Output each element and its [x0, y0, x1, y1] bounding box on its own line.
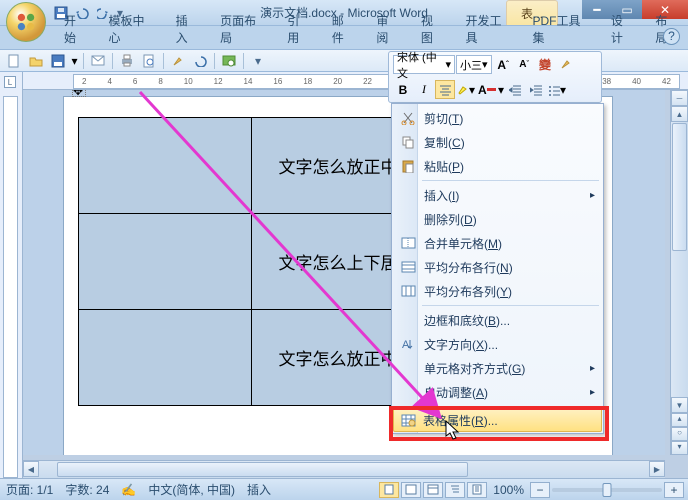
status-words[interactable]: 字数: 24 — [65, 481, 109, 498]
view-web-icon[interactable] — [423, 482, 443, 498]
table-cell[interactable] — [79, 310, 252, 406]
ctx-merge[interactable]: 合并单元格(M) — [394, 231, 601, 255]
context-menu: 剪切(T) 复制(C) 粘贴(P) 插入(I) 删除列(D) 合并单元格(M) … — [391, 103, 604, 434]
dist-rows-icon — [399, 258, 417, 276]
zoom-lens-icon[interactable] — [219, 52, 239, 70]
ctx-cell-align[interactable]: 单元格对齐方式(G) — [394, 356, 601, 380]
text-direction-icon: A — [399, 335, 417, 353]
tab-developer[interactable]: 开发工具 — [455, 9, 520, 49]
brush-icon[interactable] — [168, 52, 188, 70]
highlight-icon[interactable]: ▾ — [456, 80, 476, 99]
status-page[interactable]: 页面: 1/1 — [6, 481, 53, 498]
decrease-indent-icon[interactable] — [505, 80, 525, 99]
scroll-down-icon[interactable]: ▼ — [671, 397, 688, 413]
font-color-icon[interactable]: A — [477, 80, 497, 99]
view-print-icon[interactable] — [379, 482, 399, 498]
tab-view[interactable]: 视图 — [411, 9, 454, 49]
increase-indent-icon[interactable] — [526, 80, 546, 99]
status-lang[interactable]: 中文(简体, 中国) — [148, 481, 235, 498]
print-icon[interactable] — [117, 52, 137, 70]
scroll-split-icon[interactable]: ─ — [671, 90, 688, 106]
ctx-dist-cols[interactable]: 平均分布各列(Y) — [394, 279, 601, 303]
tab-pagelayout[interactable]: 页面布局 — [210, 9, 275, 49]
font-select[interactable]: 宋体 (中文▾ — [393, 55, 455, 74]
next-page-icon[interactable]: ▾ — [671, 441, 688, 455]
undo-tb-icon[interactable] — [190, 52, 210, 70]
view-outline-icon[interactable] — [445, 482, 465, 498]
ctx-borders[interactable]: 边框和底纹(B)... — [394, 308, 601, 332]
table-props-icon — [399, 411, 417, 429]
help-icon[interactable]: ? — [663, 28, 680, 45]
table-move-handle-icon[interactable]: ✥ — [72, 90, 86, 97]
fontsize-select[interactable]: 小三▾ — [456, 55, 492, 74]
mail-icon[interactable] — [88, 52, 108, 70]
table-cell[interactable] — [79, 118, 252, 214]
ruler-corner[interactable]: L — [4, 76, 16, 88]
view-fullscreen-icon[interactable] — [401, 482, 421, 498]
ribbon-tabs: 开始 模板中心 插入 页面布局 引用 邮件 审阅 视图 开发工具 PDF工具集 … — [50, 26, 688, 49]
italic-icon[interactable]: I — [414, 80, 434, 99]
status-insert[interactable]: 插入 — [247, 481, 271, 498]
vertical-ruler[interactable]: L — [0, 72, 23, 478]
scroll-thumb-h[interactable] — [57, 462, 468, 477]
ctx-dist-rows[interactable]: 平均分布各行(N) — [394, 255, 601, 279]
toolbar-options-icon[interactable]: ▾ — [248, 52, 268, 70]
format-painter-icon[interactable] — [556, 55, 576, 74]
scroll-right-icon[interactable]: ▶ — [649, 461, 665, 477]
tab-template[interactable]: 模板中心 — [99, 9, 164, 49]
open-icon[interactable] — [26, 52, 46, 70]
tab-references[interactable]: 引用 — [277, 9, 320, 49]
change-case-icon[interactable]: 變 — [535, 55, 555, 74]
ctx-cut[interactable]: 剪切(T) — [394, 106, 601, 130]
tab-review[interactable]: 审阅 — [366, 9, 409, 49]
ctx-insert[interactable]: 插入(I) — [394, 183, 601, 207]
tab-home[interactable]: 开始 — [54, 9, 97, 49]
view-draft-icon[interactable] — [467, 482, 487, 498]
zoom-out-icon[interactable]: − — [530, 482, 550, 498]
ctx-delete-col[interactable]: 删除列(D) — [394, 207, 601, 231]
zoom-in-icon[interactable]: + — [664, 482, 684, 498]
office-button[interactable] — [6, 2, 46, 42]
grow-font-icon[interactable]: Aˆ — [493, 55, 513, 74]
horizontal-scrollbar[interactable]: ◀ ▶ — [23, 460, 665, 478]
tab-design[interactable]: 设计 — [601, 9, 644, 49]
ctx-autofit[interactable]: 自动调整(A) — [394, 380, 601, 404]
scroll-up-icon[interactable]: ▲ — [671, 106, 688, 122]
dropdown-icon[interactable]: ▾ — [70, 52, 79, 70]
save-icon-tb[interactable] — [48, 52, 68, 70]
tab-mail[interactable]: 邮件 — [322, 9, 365, 49]
browse-object-icon[interactable]: ○ — [671, 427, 688, 441]
dist-cols-icon — [399, 282, 417, 300]
tab-insert[interactable]: 插入 — [166, 9, 209, 49]
scroll-thumb[interactable] — [672, 123, 687, 251]
zoom-level[interactable]: 100% — [493, 483, 524, 497]
ctx-table-properties[interactable]: 表格属性(R)... — [393, 408, 602, 432]
bold-icon[interactable]: B — [393, 80, 413, 99]
ctx-textdir[interactable]: A文字方向(X)... — [394, 332, 601, 356]
vertical-scrollbar[interactable]: ─ ▲ ▼ ▴ ○ ▾ — [670, 90, 688, 455]
svg-text:A: A — [402, 339, 410, 351]
spellcheck-icon[interactable]: ✍ — [121, 483, 136, 497]
zoom-slider[interactable] — [552, 488, 662, 492]
tab-pdf[interactable]: PDF工具集 — [523, 9, 599, 49]
center-align-icon[interactable] — [435, 80, 455, 99]
preview-icon[interactable] — [139, 52, 159, 70]
mini-toolbar: 宋体 (中文▾ 小三▾ Aˆ Aˇ 變 B I ▾ A ▾ ▾ — [388, 51, 602, 103]
ctx-paste[interactable]: 粘贴(P) — [394, 154, 601, 178]
table-cell[interactable] — [79, 214, 252, 310]
paste-icon — [399, 157, 417, 175]
scroll-left-icon[interactable]: ◀ — [23, 461, 39, 477]
ctx-copy[interactable]: 复制(C) — [394, 130, 601, 154]
new-doc-icon[interactable] — [4, 52, 24, 70]
bullets-icon[interactable]: ▾ — [547, 80, 567, 99]
merge-icon — [399, 234, 417, 252]
status-bar: 页面: 1/1 字数: 24 ✍ 中文(简体, 中国) 插入 100% − + — [0, 478, 688, 500]
copy-icon — [399, 133, 417, 151]
prev-page-icon[interactable]: ▴ — [671, 413, 688, 427]
cut-icon — [399, 109, 417, 127]
shrink-font-icon[interactable]: Aˇ — [514, 55, 534, 74]
